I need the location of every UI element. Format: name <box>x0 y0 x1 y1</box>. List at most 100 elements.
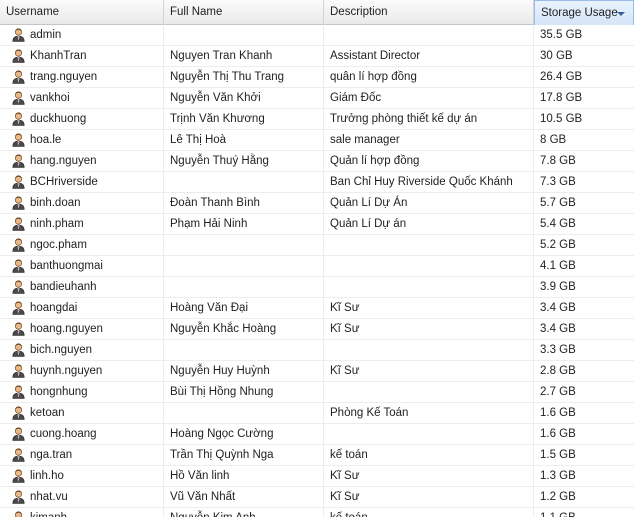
full-name-text: Nguyễn Thuý Hằng <box>170 155 269 167</box>
storage-usage-text: 4.1 GB <box>540 260 576 272</box>
storage-usage-text: 3.4 GB <box>540 302 576 314</box>
table-row[interactable]: KhanhTran Nguyen Tran Khanh Assistant Di… <box>0 46 634 67</box>
cell-full-name: Nguyễn Kim Anh <box>164 508 324 517</box>
column-header-description[interactable]: Description <box>324 0 534 25</box>
user-icon <box>12 133 25 147</box>
full-name-text: Hồ Văn linh <box>170 470 230 482</box>
user-icon <box>12 217 25 231</box>
full-name-text: Hoàng Ngọc Cường <box>170 428 274 440</box>
cell-username: hongnhung <box>0 382 164 402</box>
user-icon <box>12 196 25 210</box>
table-row[interactable]: admin 35.5 GB <box>0 25 634 46</box>
storage-usage-text: 5.7 GB <box>540 197 576 209</box>
storage-usage-text: 2.8 GB <box>540 365 576 377</box>
username-text: ketoan <box>30 407 65 419</box>
table-row[interactable]: ngoc.pham 5.2 GB <box>0 235 634 256</box>
cell-username: linh.ho <box>0 466 164 486</box>
cell-storage-usage: 3.9 GB <box>534 277 634 297</box>
grid-body: admin 35.5 GB KhanhTran Nguyen Tran Khan… <box>0 25 634 517</box>
cell-username: nga.tran <box>0 445 164 465</box>
table-row[interactable]: binh.doan Đoàn Thanh Bình Quản Lí Dự Án … <box>0 193 634 214</box>
table-row[interactable]: nhat.vu Vũ Văn Nhất Kĩ Sư 1.2 GB <box>0 487 634 508</box>
table-row[interactable]: trang.nguyen Nguyễn Thị Thu Trang quân l… <box>0 67 634 88</box>
cell-description <box>324 235 534 255</box>
table-row[interactable]: bich.nguyen 3.3 GB <box>0 340 634 361</box>
cell-description <box>324 382 534 402</box>
table-row[interactable]: linh.ho Hồ Văn linh Kĩ Sư 1.3 GB <box>0 466 634 487</box>
cell-storage-usage: 8 GB <box>534 130 634 150</box>
table-row[interactable]: banthuongmai 4.1 GB <box>0 256 634 277</box>
user-icon <box>12 280 25 294</box>
full-name-text: Phạm Hải Ninh <box>170 218 248 230</box>
table-row[interactable]: vankhoi Nguyễn Văn Khởi Giám Đốc 17.8 GB <box>0 88 634 109</box>
cell-username: banthuongmai <box>0 256 164 276</box>
full-name-text: Lê Thị Hoà <box>170 134 227 146</box>
cell-storage-usage: 26.4 GB <box>534 67 634 87</box>
cell-username: hoangdai <box>0 298 164 318</box>
storage-usage-text: 3.3 GB <box>540 344 576 356</box>
username-text: trang.nguyen <box>30 71 98 83</box>
user-icon <box>12 448 25 462</box>
column-header-full-name[interactable]: Full Name <box>164 0 324 25</box>
table-row[interactable]: BCHriverside Ban Chỉ Huy Riverside Quốc … <box>0 172 634 193</box>
cell-full-name: Nguyễn Khắc Hoàng <box>164 319 324 339</box>
table-row[interactable]: cuong.hoang Hoàng Ngọc Cường 1.6 GB <box>0 424 634 445</box>
table-row[interactable]: bandieuhanh 3.9 GB <box>0 277 634 298</box>
cell-full-name <box>164 340 324 360</box>
cell-description <box>324 256 534 276</box>
table-row[interactable]: hoa.le Lê Thị Hoà sale manager 8 GB <box>0 130 634 151</box>
cell-description: Kĩ Sư <box>324 361 534 381</box>
table-row[interactable]: hongnhung Bùi Thị Hồng Nhung 2.7 GB <box>0 382 634 403</box>
storage-usage-text: 3.9 GB <box>540 281 576 293</box>
cell-username: huynh.nguyen <box>0 361 164 381</box>
cell-description: Ban Chỉ Huy Riverside Quốc Khánh <box>324 172 534 192</box>
cell-storage-usage: 2.7 GB <box>534 382 634 402</box>
storage-usage-text: 7.8 GB <box>540 155 576 167</box>
username-text: nga.tran <box>30 449 73 461</box>
column-header-username[interactable]: Username <box>0 0 164 25</box>
user-icon <box>12 49 25 63</box>
table-row[interactable]: huynh.nguyen Nguyễn Huy Huỳnh Kĩ Sư 2.8 … <box>0 361 634 382</box>
username-text: hoangdai <box>30 302 78 314</box>
sort-desc-icon[interactable] <box>617 12 625 16</box>
full-name-text: Hoàng Văn Đại <box>170 302 248 314</box>
user-icon <box>12 490 25 504</box>
cell-full-name: Phạm Hải Ninh <box>164 214 324 234</box>
user-icon <box>14 511 23 517</box>
cell-username: hang.nguyen <box>0 151 164 171</box>
full-name-text: Nguyễn Văn Khởi <box>170 92 261 104</box>
cell-username: binh.doan <box>0 193 164 213</box>
cell-description <box>324 424 534 444</box>
user-icon <box>12 301 25 315</box>
user-icon <box>12 112 25 126</box>
description-text: Quản Lí Dự án <box>330 218 407 230</box>
user-storage-grid: Username Full Name Description Storage U… <box>0 0 634 517</box>
cell-description: Giám Đốc <box>324 88 534 108</box>
column-header-storage-usage[interactable]: Storage Usage <box>534 0 634 25</box>
user-icon <box>12 469 25 483</box>
cell-username: hoang.nguyen <box>0 319 164 339</box>
cell-description: Kĩ Sư <box>324 466 534 486</box>
storage-usage-text: 10.5 GB <box>540 113 583 125</box>
table-row[interactable]: ninh.pham Phạm Hải Ninh Quản Lí Dự án 5.… <box>0 214 634 235</box>
table-row[interactable]: hoangdai Hoàng Văn Đại Kĩ Sư 3.4 GB <box>0 298 634 319</box>
username-text: KhanhTran <box>30 50 87 62</box>
full-name-text: Nguyen Tran Khanh <box>170 50 273 62</box>
cell-storage-usage: 4.1 GB <box>534 256 634 276</box>
username-text: hang.nguyen <box>30 155 97 167</box>
cell-description <box>324 340 534 360</box>
table-row[interactable]: hang.nguyen Nguyễn Thuý Hằng Quản lí hợp… <box>0 151 634 172</box>
table-row[interactable]: hoang.nguyen Nguyễn Khắc Hoàng Kĩ Sư 3.4… <box>0 319 634 340</box>
table-row[interactable]: nga.tran Trần Thị Quỳnh Nga kế toán 1.5 … <box>0 445 634 466</box>
description-text: Assistant Director <box>330 50 421 62</box>
cell-full-name: Nguyễn Huy Huỳnh <box>164 361 324 381</box>
cell-username: ketoan <box>0 403 164 423</box>
username-text: admin <box>30 29 62 41</box>
table-row[interactable]: kimanh Nguyễn Kim Anh kế toán 1.1 GB <box>0 508 634 517</box>
table-row[interactable]: duckhuong Trịnh Văn Khương Trưởng phòng … <box>0 109 634 130</box>
cell-username: BCHriverside <box>0 172 164 192</box>
cell-username: nhat.vu <box>0 487 164 507</box>
column-header-label: Username <box>6 6 60 18</box>
description-text: Trưởng phòng thiết kế dự án <box>330 113 478 125</box>
table-row[interactable]: ketoan Phòng Kế Toán 1.6 GB <box>0 403 634 424</box>
